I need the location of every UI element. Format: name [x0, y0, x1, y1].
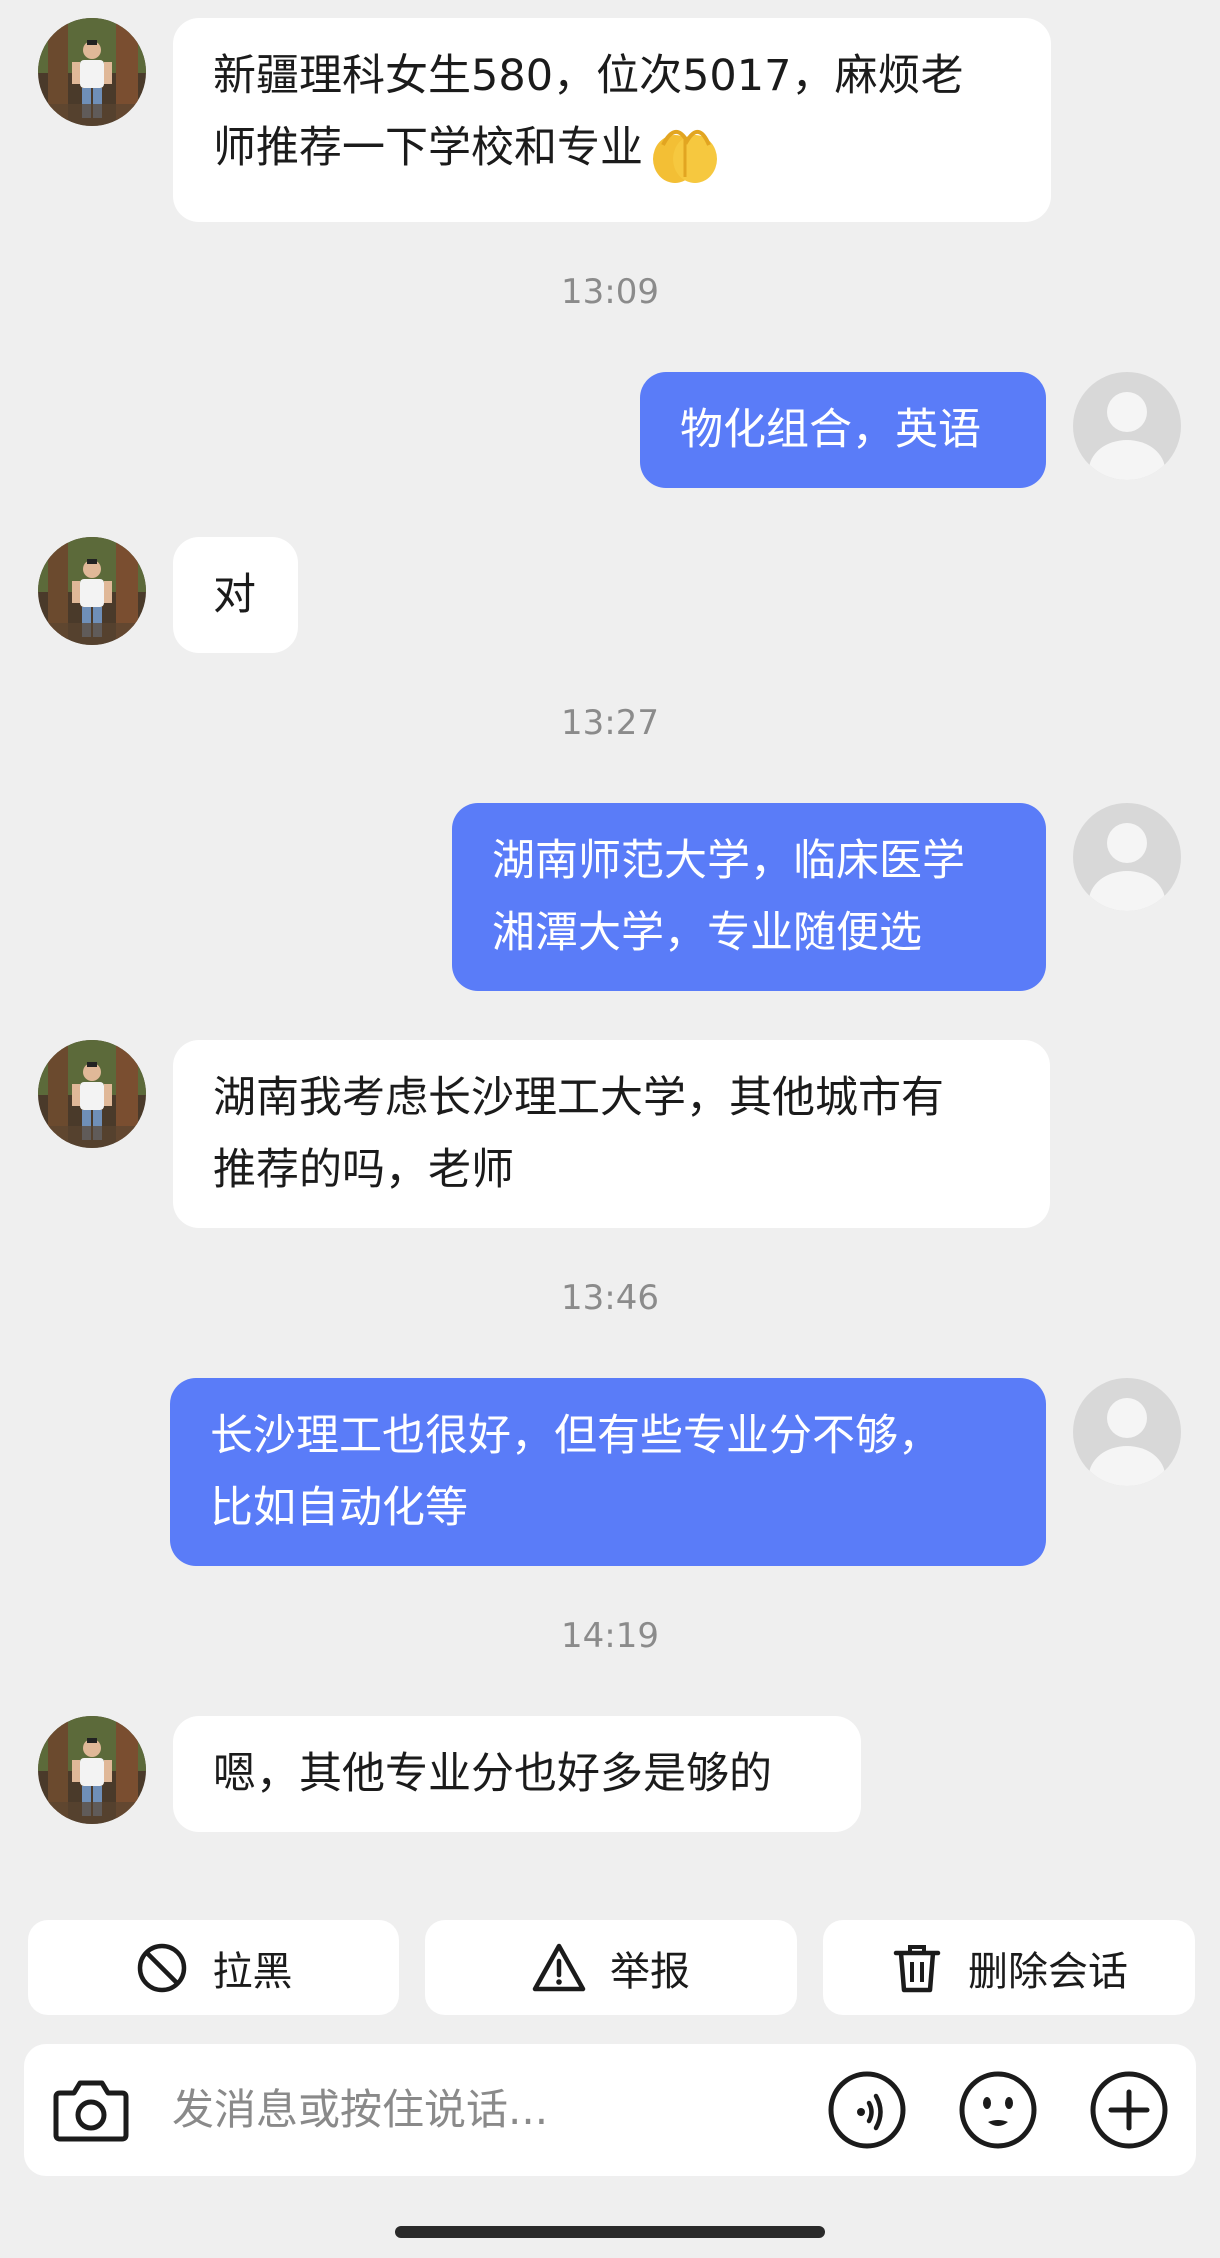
warning-icon: [532, 1943, 586, 1991]
message-text: 师推荐一下学校和专业: [213, 112, 1011, 187]
trash-icon: [893, 1944, 941, 1992]
message-text: 湖南师范大学，临床医学: [492, 836, 965, 886]
timestamp: 14:19: [561, 1616, 659, 1656]
pray-hands-emoji-icon: [653, 129, 717, 183]
peer-avatar[interactable]: [38, 537, 146, 645]
message-input-placeholder: 发消息或按住说话...: [172, 2085, 549, 2134]
timestamp: 13:46: [561, 1278, 659, 1318]
message-text: 长沙理工也很好，但有些专业分不够，: [210, 1411, 941, 1461]
peer-avatar[interactable]: [38, 1040, 146, 1148]
message-text: 比如自动化等: [210, 1483, 468, 1533]
chat-area[interactable]: 新疆理科女生580，位次5017，麻烦老 师推荐一下学校和专业 13:09 物化…: [0, 0, 1220, 1900]
peer-avatar[interactable]: [38, 1716, 146, 1824]
message-text: 物化组合，英语: [680, 405, 981, 455]
block-label: 拉黑: [212, 1948, 293, 1995]
self-avatar[interactable]: [1073, 803, 1181, 911]
message-bubble-incoming[interactable]: 湖南我考虑长沙理工大学，其他城市有 推荐的吗，老师: [173, 1040, 1050, 1228]
message-text: 湘潭大学，专业随便选: [492, 908, 922, 958]
message-bubble-outgoing[interactable]: 物化组合，英语: [640, 372, 1046, 488]
timestamp: 13:09: [561, 272, 659, 312]
message-bubble-outgoing[interactable]: 湖南师范大学，临床医学 湘潭大学，专业随便选: [452, 803, 1046, 991]
smiley-icon[interactable]: [958, 2070, 1038, 2150]
self-avatar[interactable]: [1073, 1378, 1181, 1486]
report-label: 举报: [610, 1948, 690, 1995]
message-bubble-incoming[interactable]: 新疆理科女生580，位次5017，麻烦老 师推荐一下学校和专业: [173, 18, 1051, 222]
block-icon: [137, 1943, 186, 1992]
message-bubble-outgoing[interactable]: 长沙理工也很好，但有些专业分不够， 比如自动化等: [170, 1378, 1046, 1566]
message-text: 对: [213, 570, 256, 620]
message-bubble-incoming[interactable]: 嗯，其他专业分也好多是够的: [173, 1716, 861, 1832]
report-button[interactable]: 举报: [425, 1920, 797, 2015]
composer-bar: 发消息或按住说话...: [24, 2044, 1196, 2176]
delete-conversation-label: 删除会话: [968, 1948, 1128, 1995]
peer-avatar[interactable]: [38, 18, 146, 126]
home-indicator[interactable]: [395, 2226, 825, 2238]
plus-icon[interactable]: [1089, 2070, 1169, 2150]
message-text: 嗯，其他专业分也好多是够的: [213, 1749, 772, 1799]
voice-wave-icon[interactable]: [827, 2070, 907, 2150]
message-text: 新疆理科女生580，位次5017，麻烦老: [213, 51, 964, 101]
message-text: 推荐的吗，老师: [213, 1145, 514, 1195]
timestamp: 13:27: [561, 703, 659, 743]
message-input[interactable]: 发消息或按住说话...: [172, 2082, 548, 2138]
block-button[interactable]: 拉黑: [28, 1920, 399, 2015]
self-avatar[interactable]: [1073, 372, 1181, 480]
message-text: 湖南我考虑长沙理工大学，其他城市有: [213, 1073, 944, 1123]
message-bubble-incoming[interactable]: 对: [173, 537, 298, 653]
camera-icon[interactable]: [52, 2077, 130, 2143]
delete-conversation-button[interactable]: 删除会话: [823, 1920, 1195, 2015]
